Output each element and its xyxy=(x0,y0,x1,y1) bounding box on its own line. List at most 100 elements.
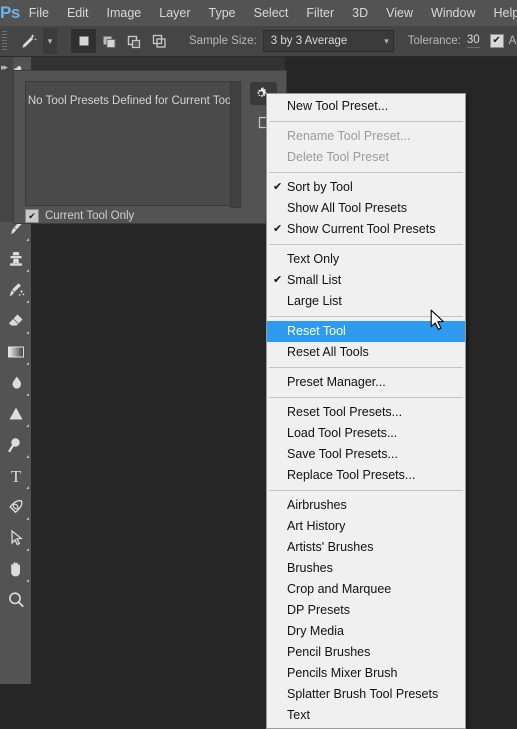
intersect-with-selection-button[interactable] xyxy=(146,29,171,53)
options-bar-drag-handle[interactable] xyxy=(0,26,9,56)
burn-tool[interactable] xyxy=(0,429,31,460)
menu-separator xyxy=(269,397,463,398)
anti-aliased-checkbox[interactable]: ✔ Ant xyxy=(490,34,517,48)
menu-item-reset-all-tools[interactable]: Reset All Tools xyxy=(267,342,465,363)
history-brush-tool[interactable] xyxy=(0,274,31,305)
flyout-triangle-icon xyxy=(26,331,29,334)
tool-presets-flyout-menu: New Tool Preset... Rename Tool Preset... D… xyxy=(266,93,466,729)
menu-item-load-tool-presets[interactable]: Load Tool Presets... xyxy=(267,423,465,444)
type-tool[interactable]: T xyxy=(0,460,31,491)
menu-item-label: Pencil Brushes xyxy=(287,645,370,659)
menu-bar: Ps File Edit Image Layer Type Select Fil… xyxy=(0,0,517,26)
menu-item-layer[interactable]: Layer xyxy=(150,2,199,24)
menu-item-brushes[interactable]: Brushes xyxy=(267,558,465,579)
menu-item-label: Show Current Tool Presets xyxy=(287,222,435,236)
menu-item-label: Load Tool Presets... xyxy=(287,426,397,440)
tool-preset-chevron-down-icon[interactable]: ▾ xyxy=(43,28,57,54)
checkmark-icon: ✔ xyxy=(490,34,504,48)
clone-stamp-tool[interactable] xyxy=(0,243,31,274)
menu-item-label: Reset Tool Presets... xyxy=(287,405,402,419)
menu-item-save-tool-presets[interactable]: Save Tool Presets... xyxy=(267,444,465,465)
menu-item-sort-by-tool[interactable]: ✔Sort by Tool xyxy=(267,177,465,198)
magic-wand-icon xyxy=(15,28,43,54)
chevron-down-icon: ▾ xyxy=(384,36,389,47)
hand-tool[interactable] xyxy=(0,553,31,584)
zoom-tool[interactable] xyxy=(0,584,31,615)
tolerance-input[interactable]: 30 xyxy=(467,34,480,48)
menu-item-label: New Tool Preset... xyxy=(287,99,388,113)
menu-item-type[interactable]: Type xyxy=(200,2,245,24)
flyout-triangle-icon xyxy=(26,455,29,458)
flyout-triangle-icon xyxy=(26,393,29,396)
tool-options-bar: ▾ xyxy=(0,26,517,57)
menu-item-view[interactable]: View xyxy=(377,2,422,24)
menu-item-label: Show All Tool Presets xyxy=(287,201,407,215)
add-to-selection-button[interactable] xyxy=(96,29,121,53)
expand-panels-icon[interactable]: ▸▸ xyxy=(1,62,6,73)
menu-item-text[interactable]: Text xyxy=(267,705,465,726)
menu-item-small-list[interactable]: ✔Small List xyxy=(267,270,465,291)
menu-item-pencils-mixer-brush[interactable]: Pencils Mixer Brush xyxy=(267,663,465,684)
path-selection-tool[interactable] xyxy=(0,522,31,553)
menu-item-label: Brushes xyxy=(287,561,333,575)
menu-item-label: Artists' Brushes xyxy=(287,540,373,554)
tolerance-label: Tolerance: xyxy=(408,35,461,47)
menu-item-label: Rename Tool Preset... xyxy=(287,129,410,143)
docked-panel-strip[interactable]: ▸▸ xyxy=(0,57,13,222)
new-selection-button[interactable] xyxy=(71,29,96,53)
menu-item-replace-tool-presets[interactable]: Replace Tool Presets... xyxy=(267,465,465,486)
menu-item-show-current-tool-presets[interactable]: ✔Show Current Tool Presets xyxy=(267,219,465,240)
menu-item-text-only[interactable]: Text Only xyxy=(267,249,465,270)
menu-separator xyxy=(269,367,463,368)
subtract-from-selection-button[interactable] xyxy=(121,29,146,53)
menu-separator xyxy=(269,172,463,173)
checkmark-icon: ✔ xyxy=(273,270,285,291)
menu-item-reset-tool[interactable]: Reset Tool xyxy=(267,321,465,342)
flyout-triangle-icon xyxy=(26,362,29,365)
menu-item-label: Save Tool Presets... xyxy=(287,447,398,461)
menu-separator xyxy=(269,121,463,122)
pen-tool[interactable] xyxy=(0,491,31,522)
menu-item-airbrushes[interactable]: Airbrushes xyxy=(267,495,465,516)
menu-item-label: Splatter Brush Tool Presets xyxy=(287,687,438,701)
menu-item-label: Dry Media xyxy=(287,624,344,638)
menu-item-crop-and-marquee[interactable]: Crop and Marquee xyxy=(267,579,465,600)
checkmark-icon: ✔ xyxy=(273,219,285,240)
dodge-tool[interactable] xyxy=(0,398,31,429)
current-tool-only-label: Current Tool Only xyxy=(45,210,134,222)
menu-item-label: Text Only xyxy=(287,252,339,266)
menu-item-label: Large List xyxy=(287,294,342,308)
menu-item-dp-presets[interactable]: DP Presets xyxy=(267,600,465,621)
menu-item-select[interactable]: Select xyxy=(245,2,298,24)
sample-size-select[interactable]: 3 by 3 Average ▾ xyxy=(263,30,394,52)
menu-item-show-all-tool-presets[interactable]: Show All Tool Presets xyxy=(267,198,465,219)
menu-item-preset-manager[interactable]: Preset Manager... xyxy=(267,372,465,393)
menu-item-large-list[interactable]: Large List xyxy=(267,291,465,312)
menu-item-file[interactable]: File xyxy=(20,2,58,24)
current-tool-preset-picker[interactable]: ▾ xyxy=(15,28,57,54)
menu-item-pencil-brushes[interactable]: Pencil Brushes xyxy=(267,642,465,663)
menu-item-reset-tool-presets[interactable]: Reset Tool Presets... xyxy=(267,402,465,423)
menu-item-image[interactable]: Image xyxy=(98,2,151,24)
menu-item-label: DP Presets xyxy=(287,603,350,617)
menu-item-help[interactable]: Help xyxy=(485,2,517,24)
checkmark-icon: ✔ xyxy=(273,177,285,198)
tool-presets-scrollbar[interactable] xyxy=(230,81,241,208)
menu-item-rename-tool-preset: Rename Tool Preset... xyxy=(267,126,465,147)
menu-item-filter[interactable]: Filter xyxy=(297,2,343,24)
menu-item-splatter-brush-tool-presets[interactable]: Splatter Brush Tool Presets xyxy=(267,684,465,705)
menu-item-window[interactable]: Window xyxy=(422,2,484,24)
gradient-tool[interactable] xyxy=(0,336,31,367)
menu-item-label: Pencils Mixer Brush xyxy=(287,666,397,680)
menu-item-label: Replace Tool Presets... xyxy=(287,468,415,482)
menu-item-dry-media[interactable]: Dry Media xyxy=(267,621,465,642)
menu-item-edit[interactable]: Edit xyxy=(58,2,98,24)
menu-item-artists-brushes[interactable]: Artists' Brushes xyxy=(267,537,465,558)
menu-item-new-tool-preset[interactable]: New Tool Preset... xyxy=(267,96,465,117)
current-tool-only-checkbox[interactable]: ✔ Current Tool Only xyxy=(25,209,134,223)
blur-tool[interactable] xyxy=(0,367,31,398)
menu-item-3d[interactable]: 3D xyxy=(343,2,377,24)
tool-presets-list[interactable]: No Tool Presets Defined for Current Tool… xyxy=(25,81,240,206)
menu-item-art-history[interactable]: Art History xyxy=(267,516,465,537)
eraser-tool[interactable] xyxy=(0,305,31,336)
